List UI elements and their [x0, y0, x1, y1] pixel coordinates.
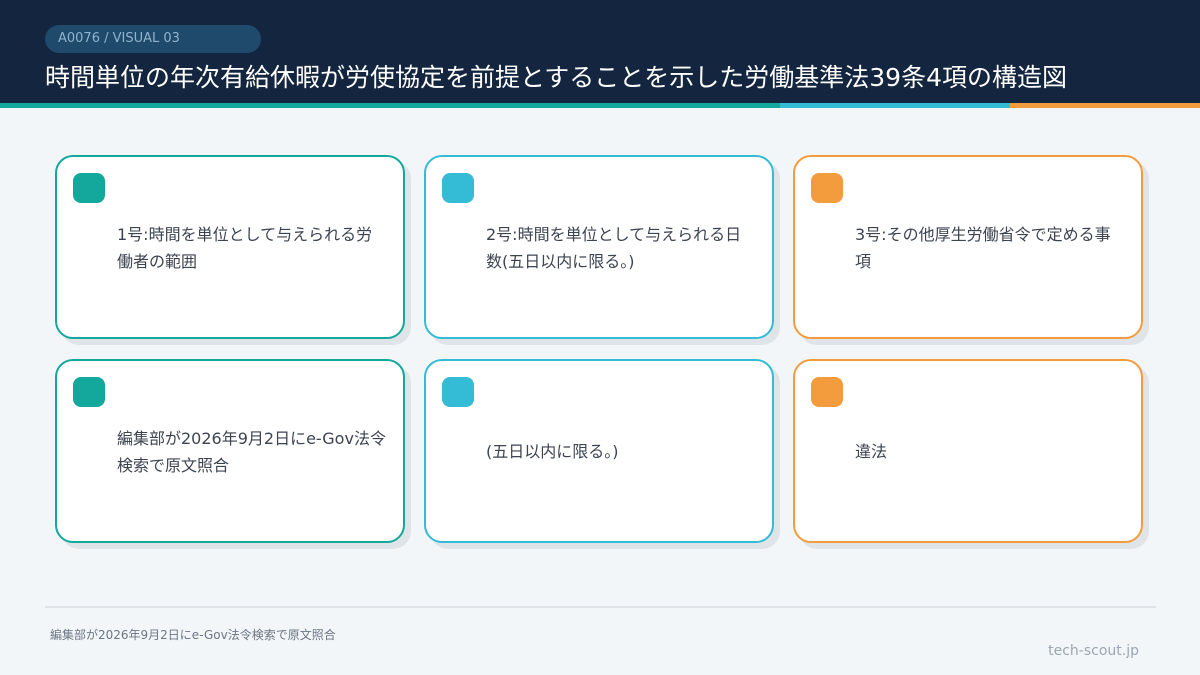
card-text: 2号:時間を単位として与えられる日数(五日以内に限る。) [486, 225, 742, 271]
card-text: 違法 [855, 442, 888, 461]
card-limit: (五日以内に限る。) [424, 359, 774, 543]
card-item-1: 1号:時間を単位として与えられる労働者の範囲 [55, 155, 405, 339]
accent-stripe-teal [0, 103, 780, 108]
square-marker-icon [442, 173, 474, 203]
header: A0076 / VISUAL 03 時間単位の年次有給休暇が労使協定を前提とする… [0, 0, 1200, 103]
card-text: 編集部が2026年9月2日にe-Gov法令検索で原文照合 [117, 429, 386, 475]
card-text: 1号:時間を単位として与えられる労働者の範囲 [117, 225, 373, 271]
card-verification: 編集部が2026年9月2日にe-Gov法令検索で原文照合 [55, 359, 405, 543]
card-text: (五日以内に限る。) [486, 442, 619, 461]
accent-stripe-orange [1010, 103, 1200, 108]
square-marker-icon [811, 377, 843, 407]
source-note: 編集部が2026年9月2日にe-Gov法令検索で原文照合 [50, 628, 336, 642]
page-title: 時間単位の年次有給休暇が労使協定を前提とすることを示した労働基準法39条4項の構… [45, 63, 1067, 92]
card-item-2: 2号:時間を単位として与えられる日数(五日以内に限る。) [424, 155, 774, 339]
visual-tag: A0076 / VISUAL 03 [45, 25, 261, 53]
square-marker-icon [73, 173, 105, 203]
card-item-3: 3号:その他厚生労働省令で定める事項 [793, 155, 1143, 339]
site-credit: tech-scout.jp [1048, 643, 1139, 659]
footer-divider [45, 606, 1156, 608]
card-illegal: 違法 [793, 359, 1143, 543]
card-text: 3号:その他厚生労働省令で定める事項 [855, 225, 1111, 271]
square-marker-icon [442, 377, 474, 407]
square-marker-icon [811, 173, 843, 203]
square-marker-icon [73, 377, 105, 407]
accent-stripe-blue [780, 103, 1010, 108]
